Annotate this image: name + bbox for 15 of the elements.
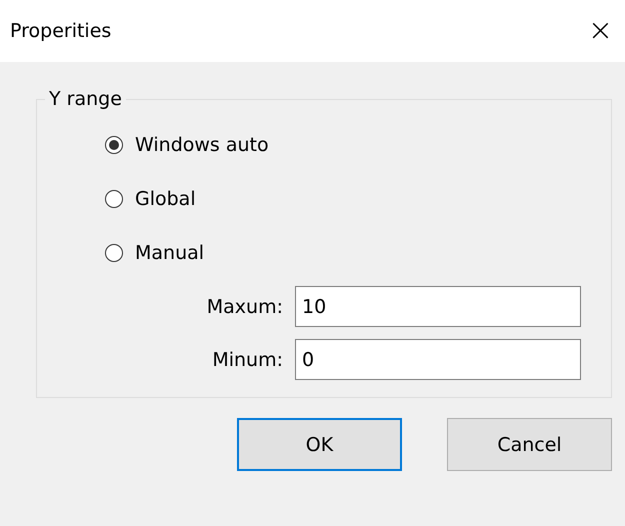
close-button[interactable]: × (580, 16, 621, 46)
dialog-button[interactable]: Cancel (447, 418, 612, 471)
radio-button[interactable] (105, 190, 123, 208)
input-field[interactable]: 0 (295, 339, 581, 380)
dialog-button[interactable]: OK (237, 418, 402, 471)
field-label: Minum: (211, 348, 284, 370)
group-title: Y range (48, 88, 123, 110)
radio-label: Manual (135, 242, 204, 264)
radio-button[interactable] (105, 136, 123, 154)
radio-label: Global (135, 188, 196, 210)
radio-label: Windows auto (135, 134, 269, 156)
input-field[interactable]: 10 (295, 286, 581, 327)
window-title: Properities (10, 20, 112, 42)
field-label: Maxum: (206, 296, 284, 318)
radio-button[interactable] (105, 244, 123, 262)
